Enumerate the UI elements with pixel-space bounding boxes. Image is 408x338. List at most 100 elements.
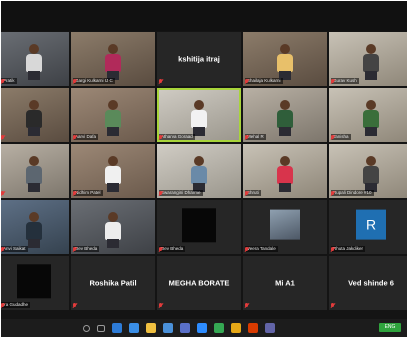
participant-video	[360, 44, 382, 80]
participant-tile[interactable]: Dev Bheda	[157, 200, 241, 254]
mail-icon[interactable]	[163, 323, 173, 333]
muted-mic-icon	[1, 247, 5, 253]
participant-tile[interactable]: Nidhim Patel	[71, 144, 155, 198]
battery-indicator[interactable]: ENG	[379, 323, 401, 332]
folder-icon[interactable]	[146, 323, 156, 333]
muted-mic-icon	[158, 79, 163, 85]
windows-icon[interactable]	[47, 325, 53, 331]
muted-mic-icon	[330, 135, 335, 141]
muted-mic-icon	[244, 303, 249, 309]
participant-tile[interactable]: Shailaja Kulkarni	[243, 32, 327, 86]
muted-mic-icon	[244, 135, 249, 141]
muted-mic-icon	[72, 247, 77, 253]
zoom-meeting-window: Pratik Gargi Kulkarni IJ C kshitija itraj S…	[1, 1, 407, 337]
office-icon[interactable]	[248, 323, 258, 333]
participant-tile[interactable]: Ira Gudadhe	[1, 256, 69, 310]
participant-tile[interactable]	[1, 88, 69, 142]
participant-video	[360, 156, 382, 192]
participant-name-label: Gargi Kulkarni IJ C	[73, 78, 115, 84]
participant-display-name: kshitija itraj	[178, 54, 220, 64]
task-view-icon[interactable]	[97, 324, 105, 332]
teams-icon[interactable]	[265, 323, 275, 333]
windows-taskbar: ENG	[1, 319, 407, 337]
participant-tile[interactable]: Mehal R	[243, 88, 327, 142]
participant-tile[interactable]: Atharva Goraad	[157, 88, 241, 142]
participant-name-label: Rupali Dindore #10	[331, 190, 374, 196]
participant-video	[274, 100, 296, 136]
participant-tile[interactable]: Roshika Patil	[71, 256, 155, 310]
participant-tile[interactable]: Ved shinde 6	[329, 256, 407, 310]
participant-name-label: Rhuta Jakdiker	[331, 246, 366, 252]
muted-mic-icon	[158, 191, 163, 197]
participant-video	[23, 44, 45, 80]
participant-tile[interactable]: Mi A1	[243, 256, 327, 310]
participant-tile[interactable]: Shruti	[243, 144, 327, 198]
participant-tile[interactable]: kshitija itraj	[157, 32, 241, 86]
muted-mic-icon	[158, 303, 163, 309]
participant-tile[interactable]: Anvi Saikat	[1, 200, 69, 254]
gallery-view-grid: Pratik Gargi Kulkarni IJ C kshitija itraj S…	[1, 32, 407, 318]
search-icon[interactable]	[83, 324, 90, 332]
participant-tile[interactable]: Swarangini Dharme	[157, 144, 241, 198]
participant-video	[23, 212, 45, 248]
participant-video	[102, 156, 124, 192]
muted-mic-icon	[72, 79, 77, 85]
participant-tile[interactable]: Rupali Dindore #10	[329, 144, 407, 198]
chrome-icon[interactable]	[214, 323, 224, 333]
participant-name-label: Swarangini Dharme	[159, 190, 203, 196]
avatar	[270, 209, 300, 240]
participant-video	[188, 156, 210, 192]
media-icon[interactable]	[231, 323, 241, 333]
muted-mic-icon	[244, 79, 249, 85]
participant-video	[102, 44, 124, 80]
participant-video	[274, 156, 296, 192]
muted-mic-icon	[1, 135, 5, 141]
muted-mic-icon	[330, 247, 335, 253]
muted-mic-icon	[330, 191, 335, 197]
muted-mic-icon	[1, 303, 5, 309]
participant-video	[188, 100, 210, 136]
participant-video	[102, 100, 124, 136]
participant-display-name: Ved shinde 6	[348, 278, 394, 288]
participant-display-name: MEGHA BORATE	[168, 278, 230, 288]
muted-mic-icon	[330, 79, 335, 85]
participant-tile[interactable]: Pratik	[1, 32, 69, 86]
avatar	[182, 208, 216, 243]
participant-name-label: Veera Tandale	[245, 246, 278, 252]
muted-mic-icon	[1, 79, 5, 85]
muted-mic-icon	[244, 191, 249, 197]
participant-tile[interactable]: Gargi Kulkarni IJ C	[71, 32, 155, 86]
store-icon[interactable]	[129, 323, 139, 333]
meeting-top-bar	[1, 1, 407, 31]
participant-video	[274, 44, 296, 80]
edge-icon[interactable]	[112, 323, 122, 333]
participant-tile[interactable]: Dev Bheda	[71, 200, 155, 254]
avatar: R	[356, 209, 386, 240]
participant-tile[interactable]: R Rhuta Jakdiker	[329, 200, 407, 254]
participant-name-label: Shailaja Kulkarni	[245, 78, 283, 84]
muted-mic-icon	[72, 191, 77, 197]
muted-mic-icon	[330, 303, 335, 309]
participant-video	[23, 100, 45, 136]
muted-mic-icon	[72, 135, 77, 141]
participant-tile[interactable]: Gurav Kush	[329, 32, 407, 86]
participant-tile[interactable]: Veera Tandale	[243, 200, 327, 254]
muted-mic-icon	[158, 135, 163, 141]
zoom-icon[interactable]	[197, 323, 207, 333]
muted-mic-icon	[1, 191, 5, 197]
photos-icon[interactable]	[180, 323, 190, 333]
participant-video	[102, 212, 124, 248]
participant-display-name: Mi A1	[275, 278, 295, 288]
participant-tile[interactable]	[1, 144, 69, 198]
participant-video	[360, 100, 382, 136]
participant-tile[interactable]: Tanisha	[329, 88, 407, 142]
participant-tile[interactable]: Aarvi Dafa	[71, 88, 155, 142]
participant-display-name: Roshika Patil	[89, 278, 137, 288]
avatar	[17, 264, 51, 299]
muted-mic-icon	[244, 247, 249, 253]
muted-mic-icon	[72, 303, 77, 309]
participant-name-label: Atharva Goraad	[159, 134, 195, 140]
muted-mic-icon	[158, 247, 163, 253]
participant-video	[23, 156, 45, 192]
participant-tile[interactable]: MEGHA BORATE	[157, 256, 241, 310]
